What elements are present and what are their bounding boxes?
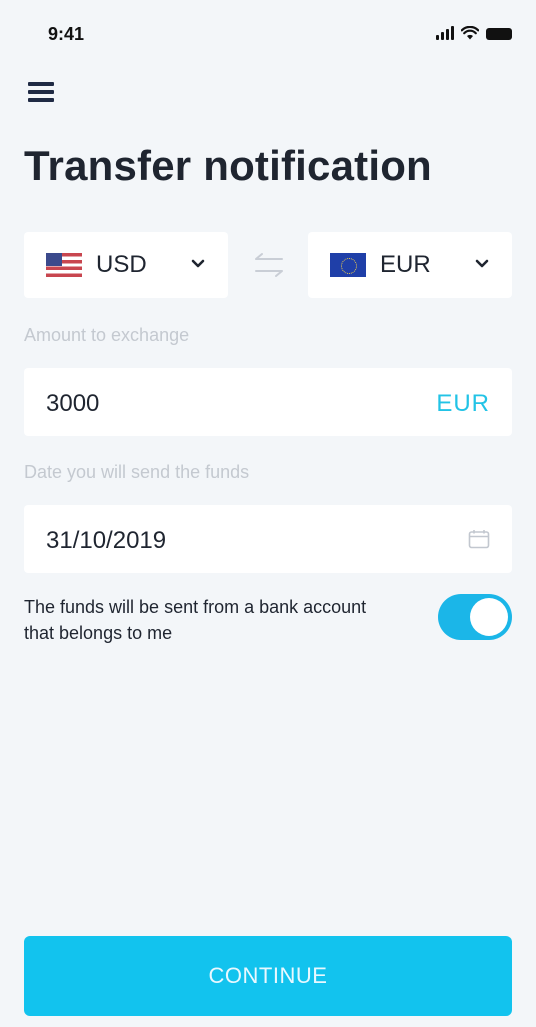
hamburger-menu-icon[interactable] — [28, 82, 56, 104]
date-label: Date you will send the funds — [24, 462, 250, 482]
ownership-toggle-label: The funds will be sent from a bank accou… — [24, 597, 367, 643]
amount-currency-suffix: EUR — [436, 390, 490, 417]
signal-icon — [436, 26, 454, 40]
from-currency-select[interactable]: USD — [24, 232, 228, 298]
date-input[interactable]: 31/10/2019 — [24, 505, 512, 573]
amount-input[interactable]: 3000 EUR — [24, 368, 512, 436]
toggle-knob — [470, 598, 508, 636]
eu-flag-icon — [330, 253, 366, 277]
transfer-notification-screen: 9:41 Transfer notification USD EUR Amoun… — [0, 0, 536, 1027]
status-time: 9:41 — [48, 24, 85, 44]
to-currency-select[interactable]: EUR — [308, 232, 512, 298]
continue-button[interactable]: CONTINUE — [24, 936, 512, 1016]
chevron-down-icon — [475, 259, 489, 268]
amount-value: 3000 — [46, 390, 100, 417]
swap-arrows-icon[interactable] — [252, 250, 286, 280]
us-flag-icon — [46, 253, 82, 277]
chevron-down-icon — [191, 259, 205, 268]
to-currency-code: EUR — [380, 251, 431, 278]
status-icons — [436, 26, 512, 40]
calendar-icon[interactable] — [468, 529, 490, 549]
wifi-icon — [461, 26, 479, 40]
page-title: Transfer notification — [24, 142, 432, 189]
date-value: 31/10/2019 — [46, 527, 167, 554]
from-currency-code: USD — [96, 251, 147, 278]
amount-label: Amount to exchange — [24, 325, 190, 345]
battery-icon — [486, 28, 512, 40]
ownership-toggle[interactable] — [438, 594, 512, 640]
status-bar: 9:41 — [0, 22, 536, 48]
